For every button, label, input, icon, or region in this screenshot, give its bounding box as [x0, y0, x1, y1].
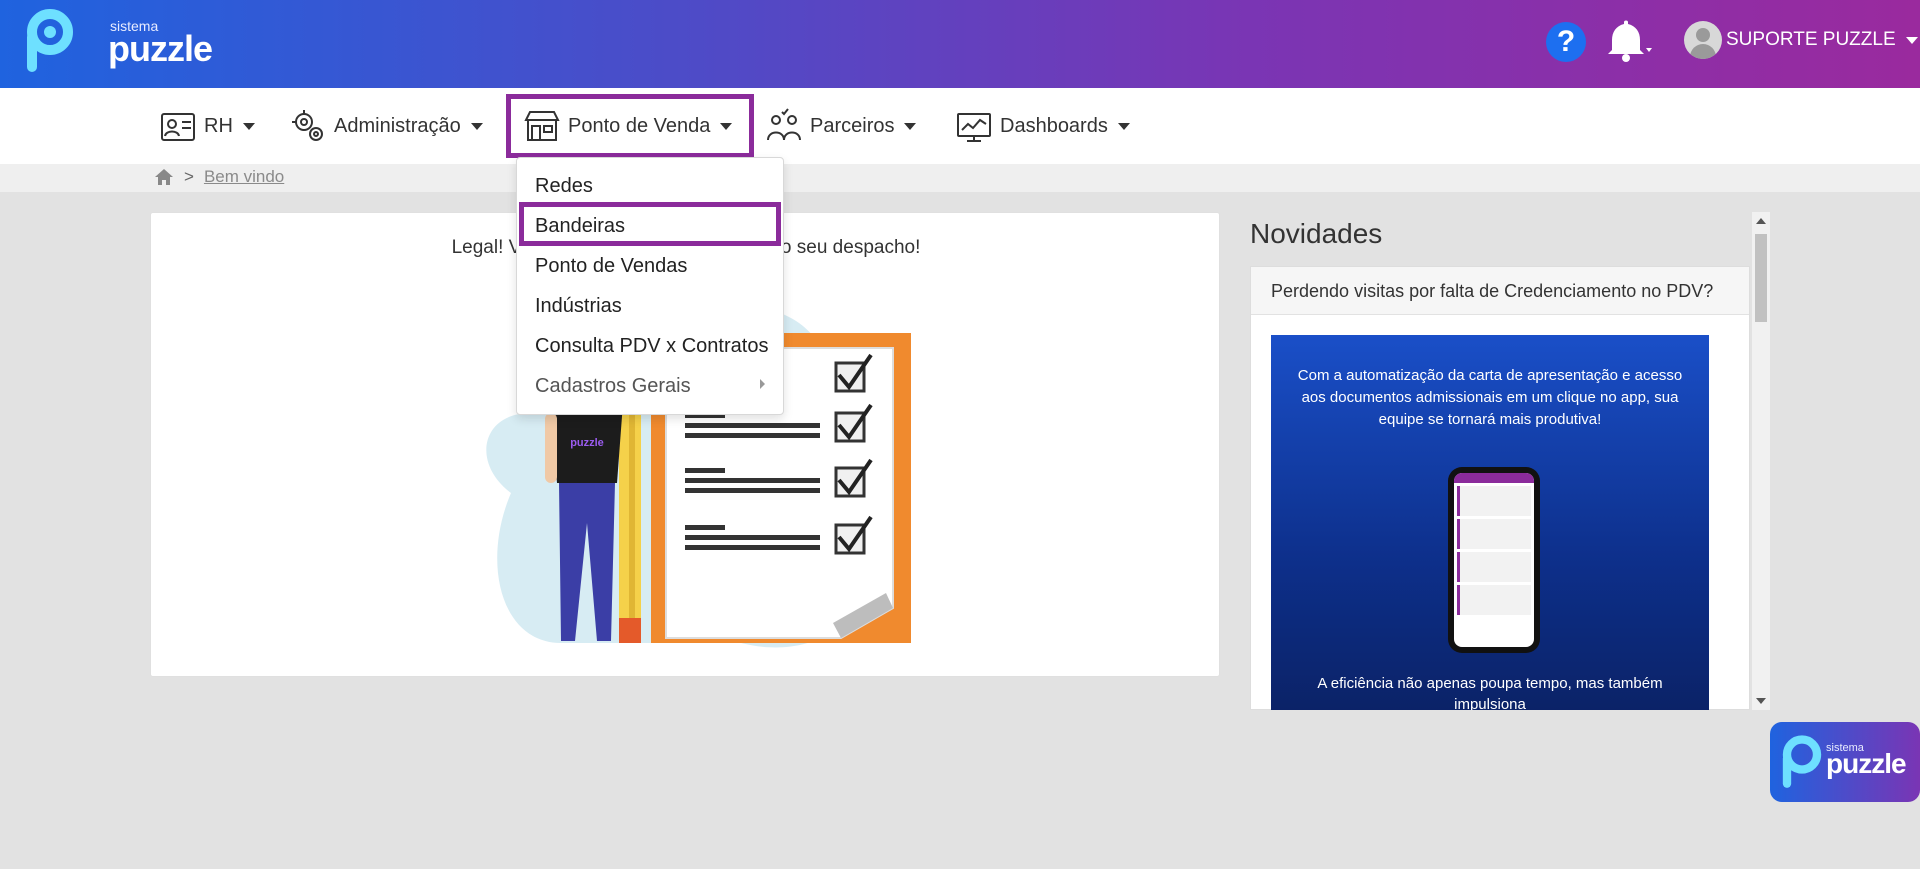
user-name: SUPORTE PUZZLE	[1726, 29, 1896, 50]
nav-dashboards[interactable]: Dashboards	[954, 88, 1130, 164]
home-icon[interactable]	[154, 168, 174, 186]
chevron-down-icon	[470, 122, 483, 130]
partners-icon	[767, 108, 801, 141]
nav-administracao-label: Administração	[334, 114, 461, 137]
nav-ponto-de-venda-label: Ponto de Venda	[568, 114, 711, 137]
puzzle-logo-icon	[1782, 735, 1822, 788]
chevron-down-icon	[242, 122, 255, 130]
chevron-down-icon	[1905, 36, 1918, 44]
avatar	[1684, 21, 1722, 59]
news-card: Perdendo visitas por falta de Credenciam…	[1250, 266, 1750, 710]
promo-bottom-text: A eficiência não apenas poupa tempo, mas…	[1317, 675, 1663, 710]
breadcrumb: > Bem vindo	[0, 164, 1920, 192]
floating-puzzle-badge[interactable]: sistema puzzle	[1770, 722, 1920, 802]
chevron-down-icon	[720, 122, 733, 130]
chevron-right-icon	[760, 379, 765, 389]
chevron-down-icon	[1117, 122, 1130, 130]
puzzle-logo-icon	[27, 9, 73, 72]
bell-icon	[1608, 20, 1652, 62]
badge-big-text: puzzle	[1826, 748, 1907, 779]
nav-administracao[interactable]: Administração	[288, 88, 483, 164]
novidades-panel: Novidades Perdendo visitas por falta de …	[1250, 212, 1770, 710]
gears-icon	[292, 110, 323, 141]
phone-mockup	[1448, 467, 1540, 653]
news-card-title: Perdendo visitas por falta de Credenciam…	[1251, 267, 1749, 315]
breadcrumb-current[interactable]: Bem vindo	[204, 167, 284, 187]
dropdown-item-cadastros-gerais[interactable]: Cadastros Gerais	[535, 375, 691, 398]
puzzle-logo[interactable]: sistema puzzle	[26, 8, 213, 78]
notifications-button[interactable]	[1604, 18, 1654, 64]
dropdown-item-redes[interactable]: Redes	[535, 175, 593, 198]
dropdown-item-ponto-de-vendas[interactable]: Ponto de Vendas	[535, 255, 687, 278]
dashboard-monitor-icon	[957, 113, 991, 142]
ponto-de-venda-dropdown: Redes Bandeiras Ponto de Vendas Indústri…	[516, 157, 784, 415]
promo-top-text: Com a automatização da carta de apresent…	[1297, 367, 1683, 428]
store-icon	[524, 111, 560, 141]
logo-big-text: puzzle	[108, 28, 213, 69]
user-menu[interactable]: SUPORTE PUZZLE	[1684, 20, 1918, 60]
nav-rh[interactable]: RH	[158, 88, 255, 164]
novidades-scrollbar[interactable]	[1752, 212, 1770, 710]
breadcrumb-separator: >	[184, 167, 194, 186]
id-card-icon	[161, 113, 195, 141]
nav-rh-label: RH	[204, 114, 233, 137]
nav-ponto-de-venda[interactable]: Ponto de Venda	[522, 88, 733, 164]
scroll-down-icon[interactable]	[1756, 698, 1766, 704]
chevron-down-icon	[904, 122, 917, 130]
news-promo-image[interactable]: Com a automatização da carta de apresent…	[1271, 335, 1709, 710]
top-header: sistema puzzle ? SUPORTE PUZZLE	[0, 0, 1920, 88]
nav-parceiros-label: Parceiros	[810, 114, 895, 137]
novidades-title: Novidades	[1250, 218, 1383, 249]
scroll-thumb[interactable]	[1755, 234, 1767, 322]
dropdown-item-consulta-pdv[interactable]: Consulta PDV x Contratos	[535, 335, 768, 358]
help-icon[interactable]: ?	[1546, 22, 1586, 62]
nav-dashboards-label: Dashboards	[1000, 114, 1108, 137]
main-nav: RH Administração Ponto de Venda Parceiro…	[0, 88, 1920, 164]
nav-parceiros[interactable]: Parceiros	[764, 88, 917, 164]
svg-text:puzzle: puzzle	[570, 437, 604, 449]
dropdown-item-industrias[interactable]: Indústrias	[535, 295, 622, 318]
dropdown-highlight	[519, 202, 781, 246]
scroll-up-icon[interactable]	[1756, 218, 1766, 224]
